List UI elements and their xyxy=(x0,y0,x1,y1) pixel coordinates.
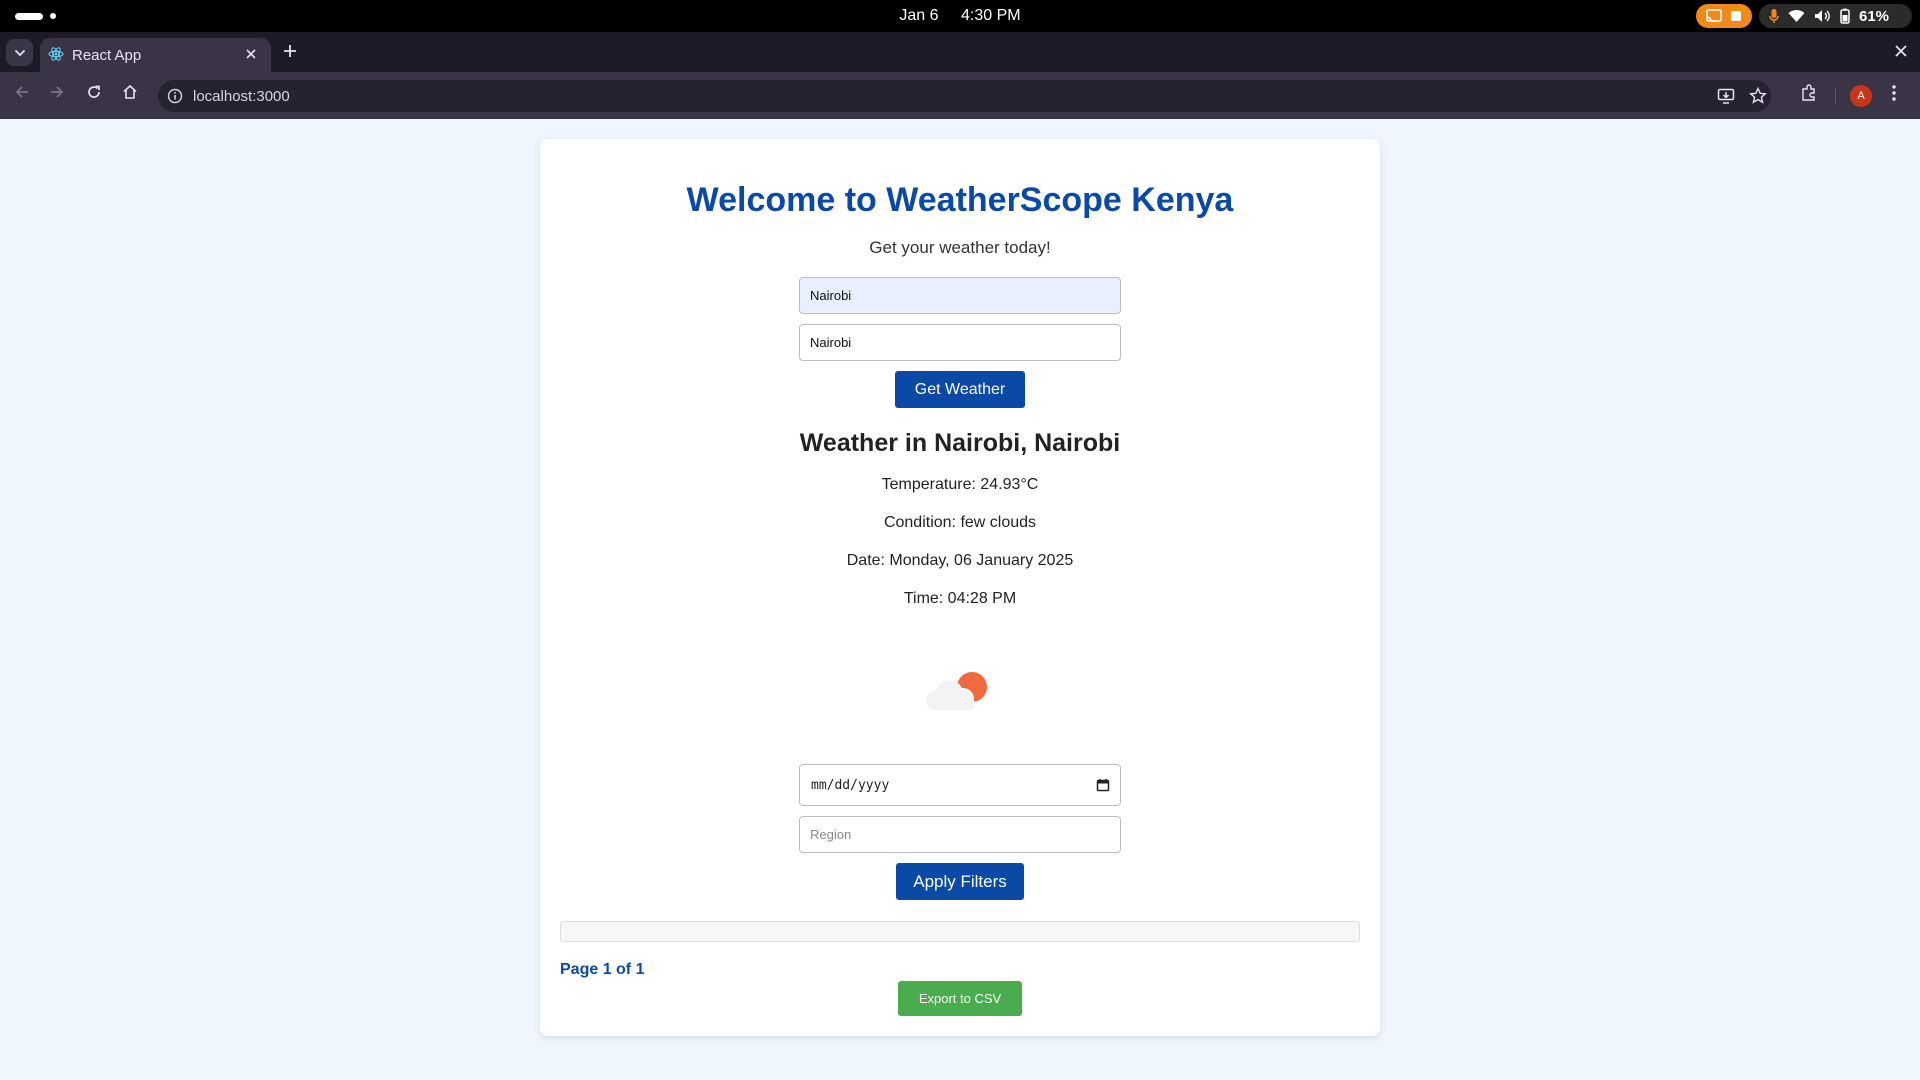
date-placeholder: mm/dd/yyyy xyxy=(811,778,890,793)
battery-icon xyxy=(1840,8,1850,24)
condition-text: Condition: few clouds xyxy=(883,514,1037,531)
tab-search-button[interactable] xyxy=(6,39,33,66)
profile-avatar[interactable]: A xyxy=(1850,85,1872,107)
browser-toolbar: localhost:3000 A xyxy=(0,72,1920,119)
close-tab-icon[interactable] xyxy=(244,47,258,61)
results-table xyxy=(560,921,1360,942)
city-input[interactable] xyxy=(799,277,1121,314)
extensions-puzzle-icon[interactable] xyxy=(1800,84,1818,102)
close-window-icon[interactable] xyxy=(1894,44,1908,58)
tab-react-app[interactable]: React App xyxy=(40,38,271,72)
tab-title: React App xyxy=(72,47,142,64)
system-tray[interactable]: 61% xyxy=(1759,4,1912,28)
temperature-text: Temperature: 24.93°C xyxy=(881,476,1039,493)
os-time: 4:30 PM xyxy=(961,7,1021,24)
microphone-icon xyxy=(1769,9,1779,23)
page-subtitle: Get your weather today! xyxy=(869,238,1051,257)
kebab-menu-icon[interactable] xyxy=(1891,84,1897,102)
page-title: Welcome to WeatherScope Kenya xyxy=(686,181,1234,219)
volume-icon xyxy=(1815,10,1830,22)
battery-level: 61% xyxy=(1859,7,1890,25)
stop-record-icon xyxy=(1731,11,1741,21)
os-status-bar: Jan 6 4:30 PM 61% xyxy=(0,0,1920,32)
browser-tab-strip: React App xyxy=(0,32,1920,72)
back-arrow-icon[interactable] xyxy=(14,84,30,100)
screen-cast-indicator[interactable] xyxy=(1696,4,1752,28)
os-date: Jan 6 xyxy=(899,7,939,24)
cast-icon xyxy=(1706,9,1722,22)
url-text: localhost:3000 xyxy=(193,88,290,105)
forward-arrow-icon[interactable] xyxy=(49,84,65,100)
os-clock[interactable]: Jan 6 4:30 PM xyxy=(0,7,1920,25)
bookmark-star-icon[interactable] xyxy=(1749,87,1767,105)
reload-icon[interactable] xyxy=(86,84,102,100)
toolbar-separator xyxy=(1835,87,1836,105)
calendar-icon[interactable] xyxy=(1096,778,1110,792)
weather-heading: Weather in Nairobi, Nairobi xyxy=(799,429,1121,457)
address-bar[interactable]: localhost:3000 xyxy=(158,80,1771,112)
new-tab-icon[interactable] xyxy=(283,44,297,58)
home-icon[interactable] xyxy=(122,84,138,100)
date-text: Date: Monday, 06 January 2025 xyxy=(846,552,1074,569)
react-logo-icon xyxy=(48,47,64,61)
few-clouds-icon xyxy=(926,672,987,710)
chevron-down-icon xyxy=(14,49,25,56)
apply-filters-button[interactable]: Apply Filters xyxy=(896,863,1024,900)
weather-app-card: Welcome to WeatherScope Kenya Get your w… xyxy=(540,139,1380,1036)
date-filter-input[interactable]: mm/dd/yyyy xyxy=(799,764,1121,806)
region-filter-input[interactable] xyxy=(799,816,1121,853)
pagination-label: Page 1 of 1 xyxy=(560,961,645,978)
install-app-icon[interactable] xyxy=(1717,87,1735,105)
wifi-icon xyxy=(1788,9,1805,22)
county-input[interactable] xyxy=(799,324,1121,361)
time-text: Time: 04:28 PM xyxy=(903,590,1017,607)
site-info-icon[interactable] xyxy=(167,88,183,104)
get-weather-button[interactable]: Get Weather xyxy=(895,371,1025,408)
export-csv-button[interactable]: Export to CSV xyxy=(898,981,1022,1016)
